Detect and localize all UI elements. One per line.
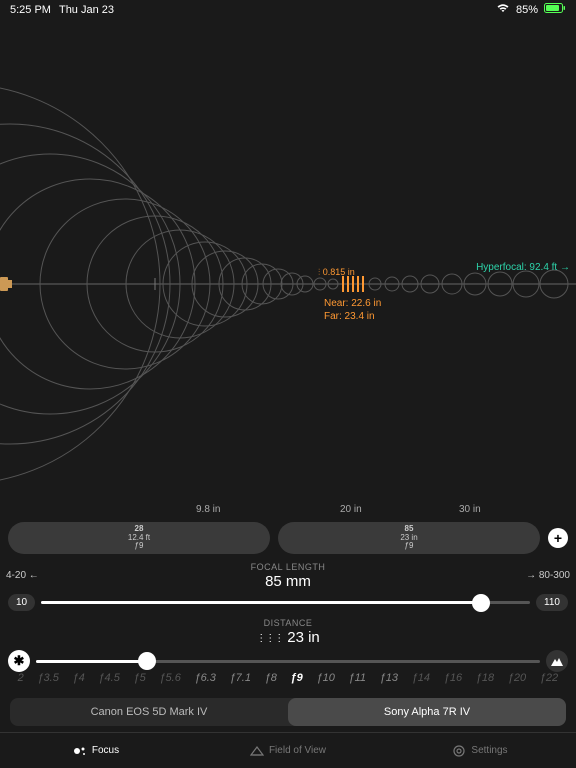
dof-total: ⫶ 0.815 in bbox=[318, 267, 355, 279]
dof-near-far: Near: 22.6 in Far: 23.4 in bbox=[324, 297, 381, 323]
preset-2[interactable]: 85 23 in ƒ9 bbox=[278, 522, 540, 554]
camera-option-a[interactable]: Canon EOS 5D Mark IV bbox=[10, 698, 288, 726]
add-preset-button[interactable]: + bbox=[548, 528, 568, 548]
distance-value: ⋮⋮⋮23 in bbox=[8, 629, 568, 646]
gear-icon bbox=[452, 744, 466, 758]
aperture-stop[interactable]: ƒ16 bbox=[444, 672, 462, 684]
aperture-scale[interactable]: 2 ƒ3.5 ƒ4 ƒ4.5 ƒ5 ƒ5.6 ƒ6.3 ƒ7.1 ƒ8 ƒ9 ƒ10 ƒ11 ƒ13 ƒ1… bbox=[0, 672, 576, 684]
battery-icon bbox=[544, 3, 566, 16]
grid-icon: ⋮⋮⋮ bbox=[256, 633, 283, 644]
preset-1[interactable]: 28 12.4 ft ƒ9 bbox=[8, 522, 270, 554]
fov-icon bbox=[250, 744, 264, 758]
status-date: Thu Jan 23 bbox=[59, 4, 114, 16]
tick-c: 30 in bbox=[459, 504, 481, 515]
tab-label: Settings bbox=[471, 745, 507, 756]
tab-label: Field of View bbox=[269, 745, 326, 756]
aperture-stop[interactable]: ƒ3.5 bbox=[37, 672, 58, 684]
aperture-stop[interactable]: 2 bbox=[18, 672, 24, 684]
preset-ap: ƒ9 bbox=[405, 542, 414, 551]
aperture-stop[interactable]: ƒ18 bbox=[476, 672, 494, 684]
focal-max[interactable]: 110 bbox=[536, 594, 568, 611]
tick-b: 20 in bbox=[340, 504, 362, 515]
aperture-icon[interactable]: ✱ bbox=[8, 650, 30, 672]
preset-row: 28 12.4 ft ƒ9 85 23 in ƒ9 + bbox=[0, 522, 576, 554]
focus-icon bbox=[73, 744, 87, 758]
aperture-stop[interactable]: ƒ22 bbox=[540, 672, 558, 684]
tab-bar: Focus Field of View Settings bbox=[0, 732, 576, 768]
tick-a: 9.8 in bbox=[196, 504, 220, 515]
camera-toggle: Canon EOS 5D Mark IV Sony Alpha 7R IV bbox=[10, 698, 566, 726]
mountain-icon[interactable] bbox=[546, 650, 568, 672]
aperture-stop[interactable]: ƒ14 bbox=[412, 672, 430, 684]
focal-min[interactable]: 10 bbox=[8, 594, 35, 611]
distance-title: DISTANCE bbox=[8, 618, 568, 628]
aperture-stop[interactable]: ƒ20 bbox=[508, 672, 526, 684]
focal-slider[interactable] bbox=[41, 601, 530, 604]
focal-slider-thumb[interactable] bbox=[472, 594, 490, 612]
aperture-stop[interactable]: ƒ8 bbox=[265, 672, 277, 684]
tab-focus[interactable]: Focus bbox=[0, 733, 192, 768]
tab-fov[interactable]: Field of View bbox=[192, 733, 384, 768]
aperture-stop[interactable]: ƒ5 bbox=[134, 672, 146, 684]
aperture-stop[interactable]: ƒ7.1 bbox=[230, 672, 251, 684]
distance-slider-thumb[interactable] bbox=[138, 652, 156, 670]
aperture-stop[interactable]: ƒ10 bbox=[316, 672, 334, 684]
preset-ap: ƒ9 bbox=[135, 542, 144, 551]
aperture-stop[interactable]: ƒ9 bbox=[291, 672, 303, 684]
camera-option-b[interactable]: Sony Alpha 7R IV bbox=[288, 698, 566, 726]
dof-visualization[interactable]: Hyperfocal: 92.4 ft → ⫶ 0.815 in Near: 2… bbox=[0, 19, 576, 499]
aperture-stop[interactable]: ƒ6.3 bbox=[194, 672, 215, 684]
distance-slider[interactable] bbox=[36, 660, 540, 663]
dof-far: Far: 23.4 in bbox=[324, 310, 381, 323]
aperture-stop[interactable]: ƒ4 bbox=[73, 672, 85, 684]
aperture-stop[interactable]: ƒ13 bbox=[380, 672, 398, 684]
tab-settings[interactable]: Settings bbox=[384, 733, 576, 768]
tab-label: Focus bbox=[92, 745, 119, 756]
focal-value: 85 mm bbox=[8, 573, 568, 590]
wifi-icon bbox=[496, 3, 510, 16]
dof-near: Near: 22.6 in bbox=[324, 297, 381, 310]
aperture-stop[interactable]: ƒ11 bbox=[348, 672, 366, 684]
aperture-stop[interactable]: ƒ4.5 bbox=[98, 672, 119, 684]
status-time: 5:25 PM bbox=[10, 4, 51, 16]
aperture-stop[interactable]: ƒ5.6 bbox=[159, 672, 180, 684]
focal-title: FOCAL LENGTH bbox=[8, 562, 568, 572]
battery-pct: 85% bbox=[516, 4, 538, 16]
distance-control: DISTANCE ⋮⋮⋮23 in ✱ bbox=[0, 618, 576, 672]
hyperfocal-label: Hyperfocal: 92.4 ft → bbox=[476, 262, 570, 273]
status-bar: 5:25 PM Thu Jan 23 85% bbox=[0, 0, 576, 19]
focal-length-control: FOCAL LENGTH 85 mm 10 110 bbox=[0, 562, 576, 611]
